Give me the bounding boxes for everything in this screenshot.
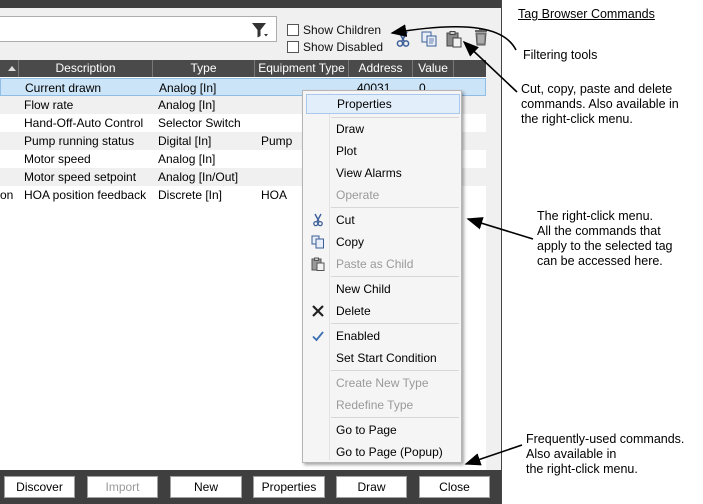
annotation-arrows xyxy=(390,24,534,466)
right-click-arrow xyxy=(466,217,534,240)
frequent-arrow xyxy=(464,444,523,466)
cut-copy-arrow xyxy=(462,40,518,93)
filter-arrow xyxy=(390,24,517,51)
